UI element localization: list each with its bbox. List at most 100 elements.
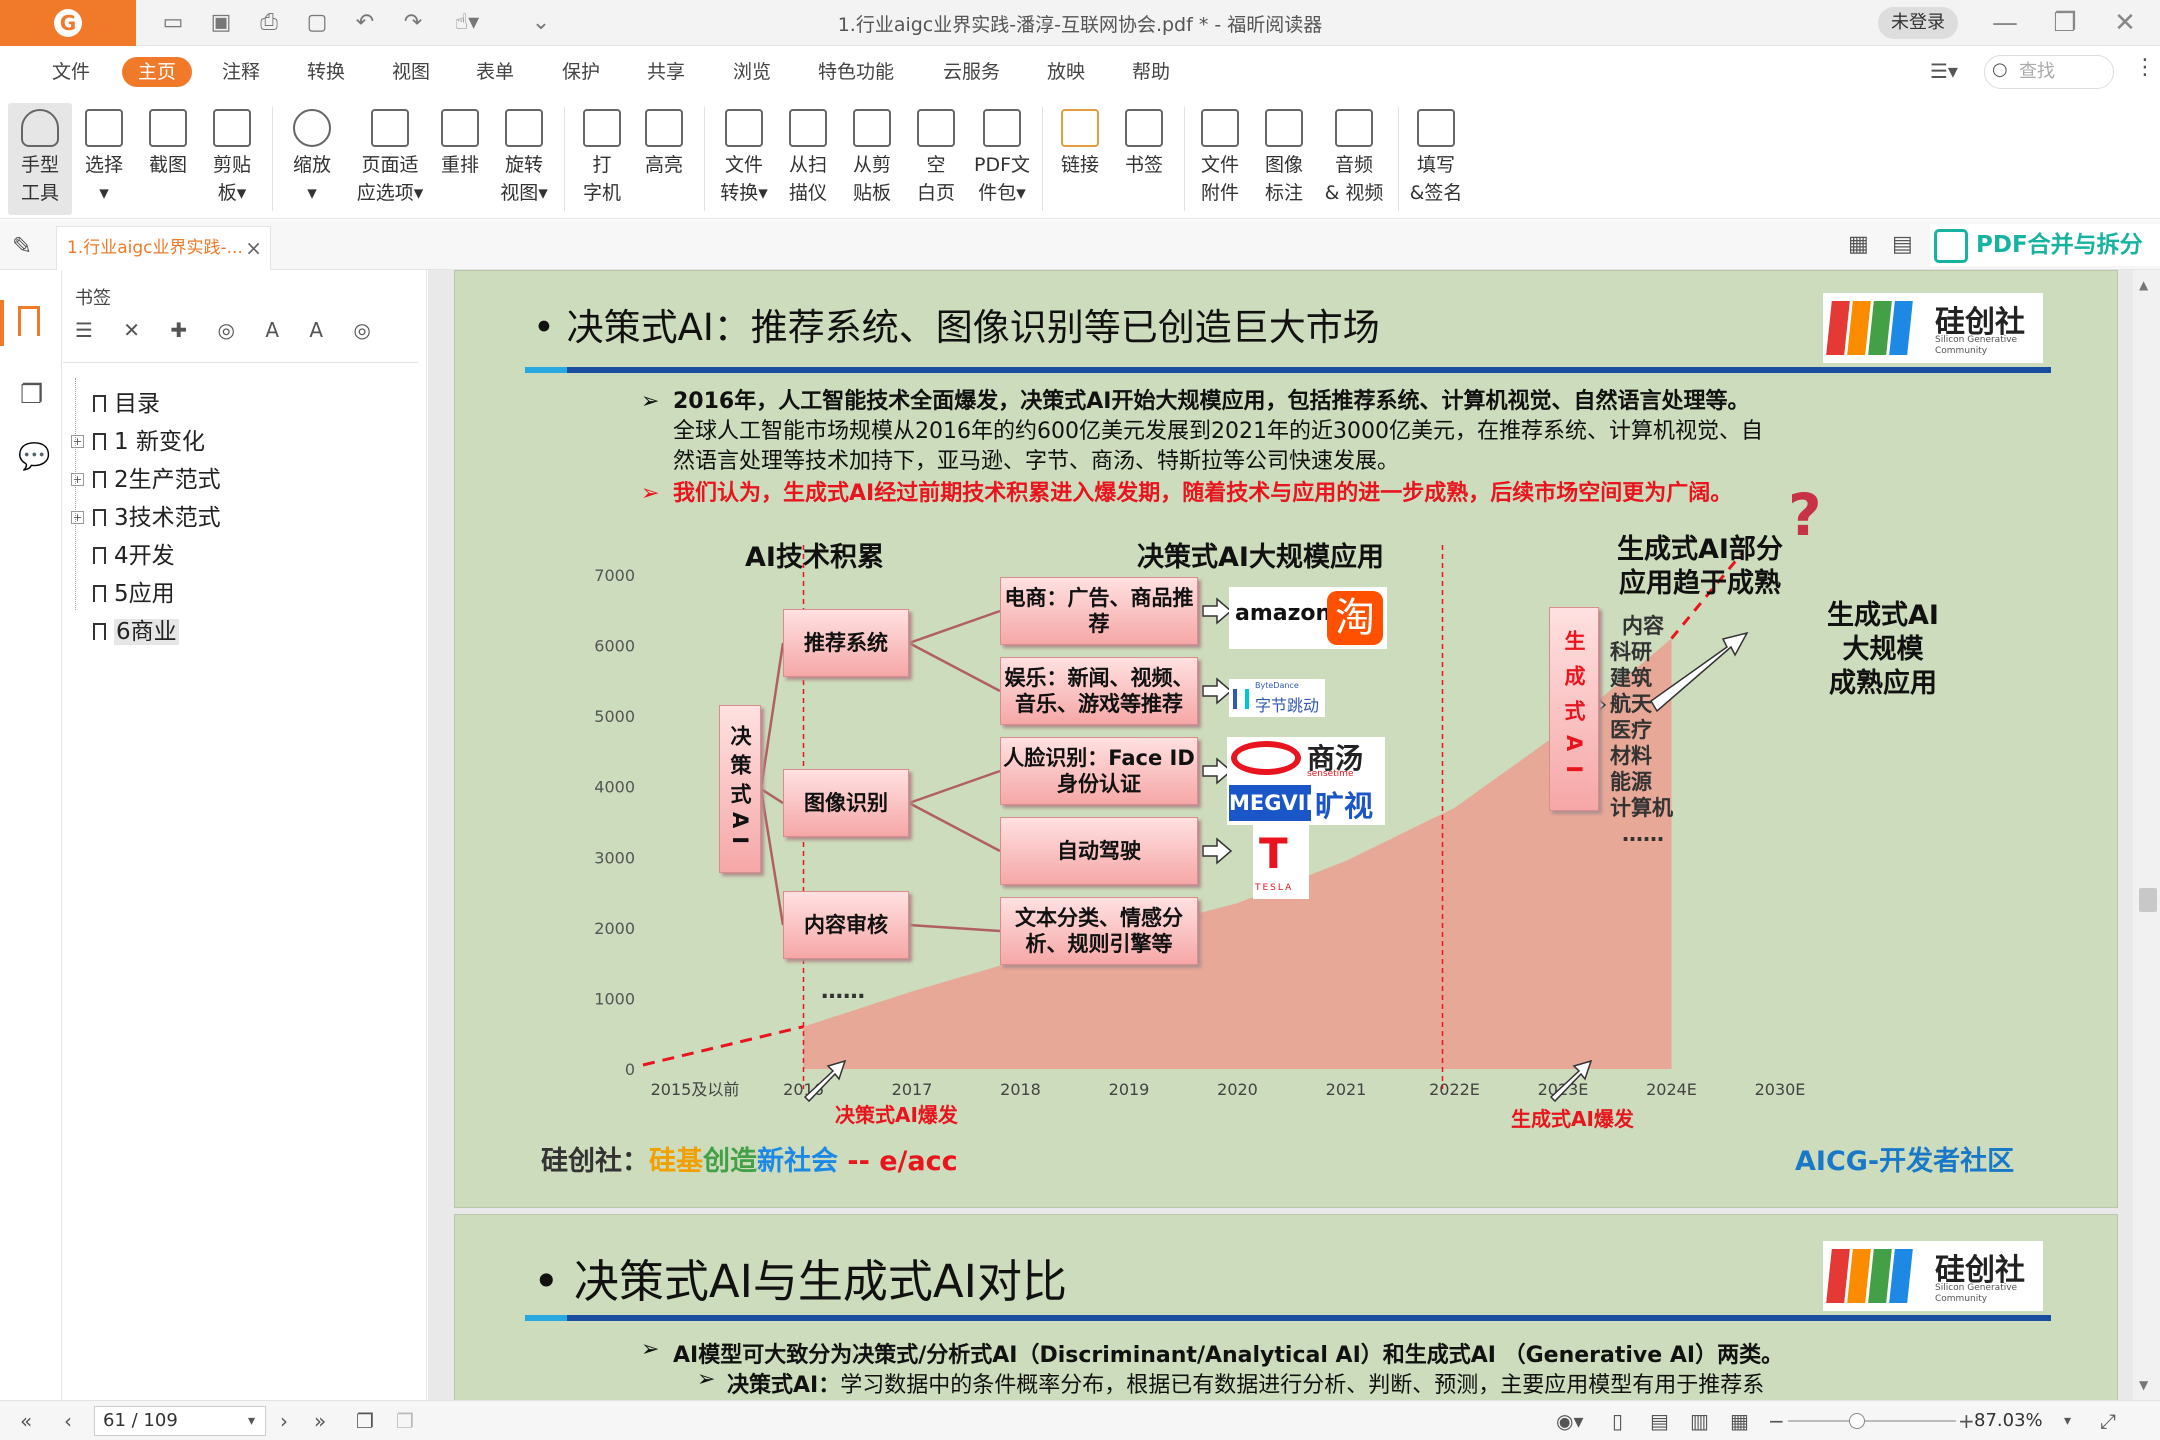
menu-comment[interactable]: 注释 [222, 57, 260, 87]
bookmark-item[interactable]: 5应用 [93, 576, 175, 612]
menu-file[interactable]: 文件 [52, 57, 90, 87]
bookmark-item-selected[interactable]: 6商业 [93, 614, 179, 650]
two-page-icon[interactable]: ▥ [1690, 1407, 1709, 1435]
two-continuous-icon[interactable]: ▦ [1730, 1407, 1749, 1435]
save-icon[interactable]: ▣ [206, 8, 236, 38]
first-page-icon[interactable]: « [20, 1407, 32, 1435]
from-scanner-button[interactable]: 从扫 描仪 [780, 103, 836, 215]
rotate-view-button[interactable]: 旋转 视图▾ [492, 103, 556, 215]
fill-sign-button[interactable]: 填写 &签名 [1404, 103, 1468, 215]
clipboard-button[interactable]: 剪贴 板▾ [204, 103, 260, 215]
blank-page-button[interactable]: 空白页 [908, 103, 964, 215]
copy-page-icon[interactable]: ❐ [356, 1407, 374, 1435]
continuous-page-icon[interactable]: ▤ [1650, 1407, 1669, 1435]
menu-help[interactable]: 帮助 [1132, 57, 1170, 87]
scroll-up-icon[interactable]: ▲ [2139, 278, 2148, 292]
tree-connector [908, 769, 1001, 805]
pdf-merge-split-button[interactable]: PDF合并与拆分 [1930, 224, 2160, 266]
prev-page-icon[interactable]: ‹ [64, 1407, 72, 1435]
bookmark-item[interactable]: 目录 [93, 386, 160, 422]
redo-icon[interactable]: ↷ [398, 8, 428, 38]
reflow-icon [441, 109, 479, 147]
document-tab[interactable]: 1.行业aigc业界实践-... × [56, 226, 271, 270]
hand-tool-button[interactable]: 手型 工具 [8, 103, 72, 215]
bookmark-item[interactable]: +2生产范式 [71, 462, 221, 498]
page-fit-button[interactable]: 页面适 应选项▾ [348, 103, 432, 215]
comments-panel-icon[interactable]: 💬 [18, 442, 50, 472]
next-page-icon[interactable]: › [280, 1407, 288, 1435]
y-tick-label: 5000 [594, 707, 635, 726]
bookmark-flag-icon [93, 509, 106, 526]
select-tool-button[interactable]: 选择 ▾ [76, 103, 132, 215]
more-icon[interactable]: ⋮ [2134, 55, 2156, 80]
header-ai-accumulation: AI技术积累 [745, 542, 884, 573]
page-dropdown-icon[interactable]: ▾ [248, 1407, 255, 1435]
pages-panel-icon[interactable]: ❐ [20, 380, 43, 410]
expand-icon[interactable]: + [71, 511, 84, 524]
merge-icon [1934, 228, 1968, 263]
bookmark-tools[interactable]: ☰ ✕ ✚ ◎ A A ◎ [75, 318, 383, 342]
menu-share[interactable]: 共享 [647, 57, 685, 87]
link-button[interactable]: 链接 [1052, 103, 1108, 215]
zoom-level[interactable]: 87.03% [1974, 1407, 2074, 1435]
open-icon[interactable]: ▭ [158, 8, 188, 38]
file-attachment-button[interactable]: 文件 附件 [1192, 103, 1248, 215]
highlight-button[interactable]: 高亮 [636, 103, 692, 215]
bookmark-button[interactable]: 书签 [1116, 103, 1172, 215]
vertical-scrollbar[interactable]: ▲ ▼ [2133, 270, 2160, 1400]
bookmark-item[interactable]: 4开发 [93, 538, 175, 574]
undo-icon[interactable]: ↶ [350, 8, 380, 38]
from-clipboard-button[interactable]: 从剪 贴板 [844, 103, 900, 215]
single-page-icon[interactable]: ▯ [1612, 1407, 1623, 1435]
zoom-out-icon[interactable]: − [1768, 1407, 1785, 1435]
search-mode-icon[interactable]: ☰▾ [1930, 59, 1958, 83]
menu-form[interactable]: 表单 [476, 57, 514, 87]
menu-protect[interactable]: 保护 [562, 57, 600, 87]
app-logo[interactable]: G [0, 0, 136, 46]
edit-icon[interactable]: ✎ [12, 232, 32, 260]
file-convert-button[interactable]: 文件 转换▾ [712, 103, 776, 215]
scroll-down-icon[interactable]: ▼ [2139, 1378, 2148, 1392]
last-page-icon[interactable]: » [314, 1407, 326, 1435]
minimize-icon[interactable]: — [1985, 6, 2025, 40]
scroll-thumb[interactable] [2139, 888, 2157, 912]
audio-video-button[interactable]: 音频 & 视频 [1318, 103, 1390, 215]
menu-view[interactable]: 视图 [392, 57, 430, 87]
reflow-button[interactable]: 重排 [432, 103, 488, 215]
print-icon[interactable]: ⎙ [254, 8, 284, 38]
hand-dropdown-icon[interactable]: ☝▾ [452, 8, 482, 38]
expand-icon[interactable]: + [71, 435, 84, 448]
menu-convert[interactable]: 转换 [307, 57, 345, 87]
fullscreen-icon[interactable]: ⤢ [2100, 1407, 2116, 1435]
page-number-input[interactable]: 61 / 109 [94, 1406, 266, 1436]
bookmark-panel-icon[interactable] [18, 306, 40, 336]
bookmark-item[interactable]: +3技术范式 [71, 500, 221, 536]
zoom-button[interactable]: 缩放 ▾ [284, 103, 340, 215]
eye-mode-icon[interactable]: ◉▾ [1556, 1407, 1584, 1435]
login-button[interactable]: 未登录 [1878, 7, 1958, 39]
zoom-slider-thumb[interactable] [1849, 1413, 1865, 1429]
restore-icon[interactable]: ❐ [2045, 6, 2085, 40]
close-tab-icon[interactable]: × [245, 227, 262, 269]
extract-page-icon[interactable]: ❐ [396, 1407, 414, 1435]
menu-features[interactable]: 特色功能 [818, 57, 894, 87]
zoom-slider[interactable] [1788, 1420, 1956, 1422]
bookmark-item[interactable]: +1 新变化 [71, 424, 205, 460]
x-tick-label: 2030E [1755, 1080, 1806, 1099]
menu-home[interactable]: 主页 [122, 57, 193, 87]
typewriter-button[interactable]: 打字机 [574, 103, 630, 215]
screenshot-button[interactable]: 截图 [140, 103, 196, 215]
new-icon[interactable]: ▢ [302, 8, 332, 38]
image-annotation-button[interactable]: 图像 标注 [1256, 103, 1312, 215]
close-window-icon[interactable]: ✕ [2105, 6, 2145, 40]
menu-cloud[interactable]: 云服务 [943, 57, 1000, 87]
customize-icon[interactable]: ⌄ [526, 8, 556, 38]
zoom-dropdown-icon[interactable]: ▾ [2064, 1407, 2071, 1435]
list-view-icon[interactable]: ▤ [1892, 232, 1913, 257]
grid-view-icon[interactable]: ▦ [1848, 232, 1869, 257]
zoom-in-icon[interactable]: + [1958, 1407, 1975, 1435]
pdf-package-button[interactable]: PDF文 件包▾ [970, 103, 1034, 215]
expand-icon[interactable]: + [71, 473, 84, 486]
menu-slideshow[interactable]: 放映 [1047, 57, 1085, 87]
menu-browse[interactable]: 浏览 [733, 57, 771, 87]
